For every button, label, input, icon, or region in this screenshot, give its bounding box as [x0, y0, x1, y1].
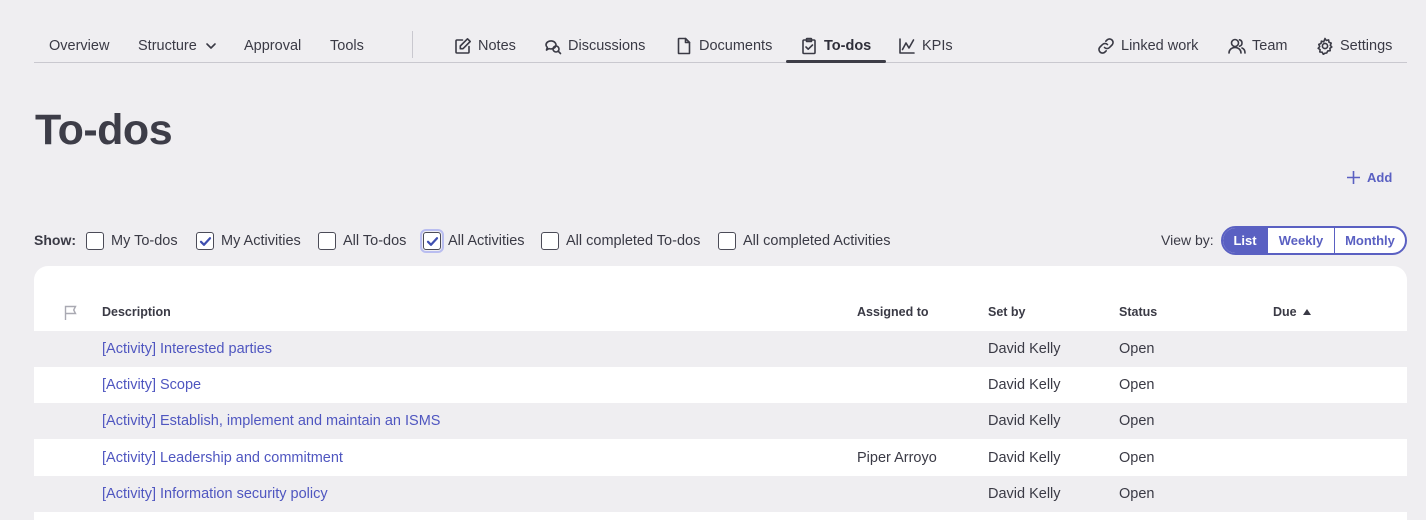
todo-description-link[interactable]: [Activity] Interested parties — [102, 331, 272, 367]
filter-all-completed-todos[interactable]: All completed To-dos — [541, 231, 700, 251]
table-row[interactable]: [Activity] Establish, implement and main… — [34, 403, 1407, 439]
status-cell: Open — [1119, 413, 1155, 429]
viewby-monthly-button[interactable]: Monthly — [1335, 228, 1405, 253]
discussions-icon — [545, 39, 562, 54]
nav-documents[interactable]: Documents — [675, 28, 772, 63]
nav-overview[interactable]: Overview — [49, 28, 109, 63]
filter-all-activities[interactable]: All Activities — [420, 229, 525, 253]
table-row[interactable]: [Activity] Interested parties David Kell… — [34, 331, 1407, 367]
table-row[interactable]: [Activity] Leadership and commitment Pip… — [34, 440, 1407, 476]
todos-table: Description Assigned to Set by Status Du… — [34, 266, 1407, 520]
nav-notes[interactable]: Notes — [454, 28, 516, 63]
checkbox-checked[interactable] — [196, 232, 214, 250]
link-icon — [1098, 37, 1114, 54]
add-label: Add — [1367, 169, 1393, 185]
nav-label: Notes — [478, 37, 516, 54]
checkbox-checked[interactable] — [420, 229, 444, 253]
checkbox[interactable] — [86, 232, 104, 250]
nav-discussions[interactable]: Discussions — [544, 28, 645, 63]
nav-linked-work[interactable]: Linked work — [1097, 28, 1198, 63]
viewby-list-button[interactable]: List — [1223, 228, 1268, 253]
nav-todos[interactable]: To-dos — [800, 28, 871, 63]
nav-label: Settings — [1340, 37, 1393, 54]
document-icon — [677, 37, 691, 54]
nav-approval[interactable]: Approval — [244, 28, 301, 63]
assigned-to-cell: Piper Arroyo — [857, 450, 937, 466]
filter-all-todos[interactable]: All To-dos — [318, 231, 406, 251]
header-due-label: Due — [1273, 305, 1297, 319]
sort-ascending-icon — [1302, 309, 1311, 315]
filter-my-activities[interactable]: My Activities — [196, 231, 301, 251]
gear-icon — [1317, 37, 1333, 55]
viewby-weekly-button[interactable]: Weekly — [1268, 228, 1335, 253]
filter-all-completed-activities[interactable]: All completed Activities — [718, 231, 890, 251]
nav-settings[interactable]: Settings — [1316, 28, 1392, 63]
todo-description-link[interactable]: [Activity] Scope — [102, 367, 201, 403]
header-assigned-to[interactable]: Assigned to — [857, 305, 929, 319]
nav-label: Tools — [330, 37, 364, 54]
flag-icon — [64, 305, 77, 320]
checkbox[interactable] — [318, 232, 336, 250]
set-by-cell: David Kelly — [988, 341, 1061, 357]
todo-description-link[interactable]: [Activity] Information security policy — [102, 476, 328, 512]
status-cell: Open — [1119, 450, 1155, 466]
add-button[interactable]: Add — [1346, 168, 1392, 186]
checkbox[interactable] — [718, 232, 736, 250]
nav-label: Documents — [699, 37, 773, 54]
nav-label: KPIs — [922, 37, 953, 54]
flag-column-header[interactable] — [63, 305, 79, 326]
viewby-toggle: List Weekly Monthly — [1221, 226, 1407, 255]
nav-label: Team — [1252, 37, 1288, 54]
filter-label: All Activities — [448, 233, 525, 249]
clipboard-check-icon — [802, 37, 816, 54]
set-by-cell: David Kelly — [988, 486, 1061, 502]
filter-label: All completed To-dos — [566, 233, 701, 249]
checkbox[interactable] — [541, 232, 559, 250]
plus-icon — [1347, 170, 1360, 184]
nav-label: Approval — [244, 37, 302, 54]
show-label: Show: — [34, 232, 76, 248]
nav-label: Linked work — [1121, 37, 1199, 54]
active-tab-indicator — [786, 60, 886, 63]
filter-label: My Activities — [221, 233, 301, 249]
header-set-by[interactable]: Set by — [988, 305, 1026, 319]
todo-description-link[interactable]: [Activity] Leadership and commitment — [102, 440, 343, 476]
nav-label: Discussions — [568, 37, 646, 54]
nav-structure[interactable]: Structure — [138, 28, 217, 63]
nav-label: To-dos — [824, 37, 872, 54]
top-navigation: Overview Structure Approval Tools Notes … — [34, 28, 1407, 63]
viewby-label: View by: — [1161, 232, 1214, 248]
checkmark-icon — [426, 236, 438, 246]
table-row[interactable]: [Activity] Scope David Kelly Open — [34, 367, 1407, 403]
page-title: To-dos — [35, 106, 173, 154]
status-cell: Open — [1119, 377, 1155, 393]
todo-description-link[interactable]: [Activity] Establish, implement and main… — [102, 403, 440, 439]
filter-label: All completed Activities — [743, 233, 891, 249]
team-icon — [1228, 38, 1246, 54]
nav-label: Structure — [138, 37, 197, 54]
status-cell: Open — [1119, 341, 1155, 357]
header-description[interactable]: Description — [102, 305, 171, 319]
nav-kpis[interactable]: KPIs — [898, 28, 953, 63]
chart-line-icon — [899, 37, 915, 54]
nav-divider — [412, 31, 413, 58]
nav-tools[interactable]: Tools — [330, 28, 364, 63]
table-row[interactable]: [Activity] Information security policy D… — [34, 476, 1407, 512]
set-by-cell: David Kelly — [988, 413, 1061, 429]
status-cell: Open — [1119, 486, 1155, 502]
nav-team[interactable]: Team — [1228, 28, 1287, 63]
chevron-down-icon — [206, 42, 216, 49]
notes-icon — [455, 37, 471, 54]
set-by-cell: David Kelly — [988, 450, 1061, 466]
header-due[interactable]: Due — [1273, 305, 1311, 319]
set-by-cell: David Kelly — [988, 377, 1061, 393]
filter-label: My To-dos — [111, 233, 178, 249]
nav-label: Overview — [49, 37, 110, 54]
filter-label: All To-dos — [343, 233, 407, 249]
checkmark-icon — [199, 236, 211, 246]
header-status[interactable]: Status — [1119, 305, 1157, 319]
filter-my-todos[interactable]: My To-dos — [86, 231, 178, 251]
